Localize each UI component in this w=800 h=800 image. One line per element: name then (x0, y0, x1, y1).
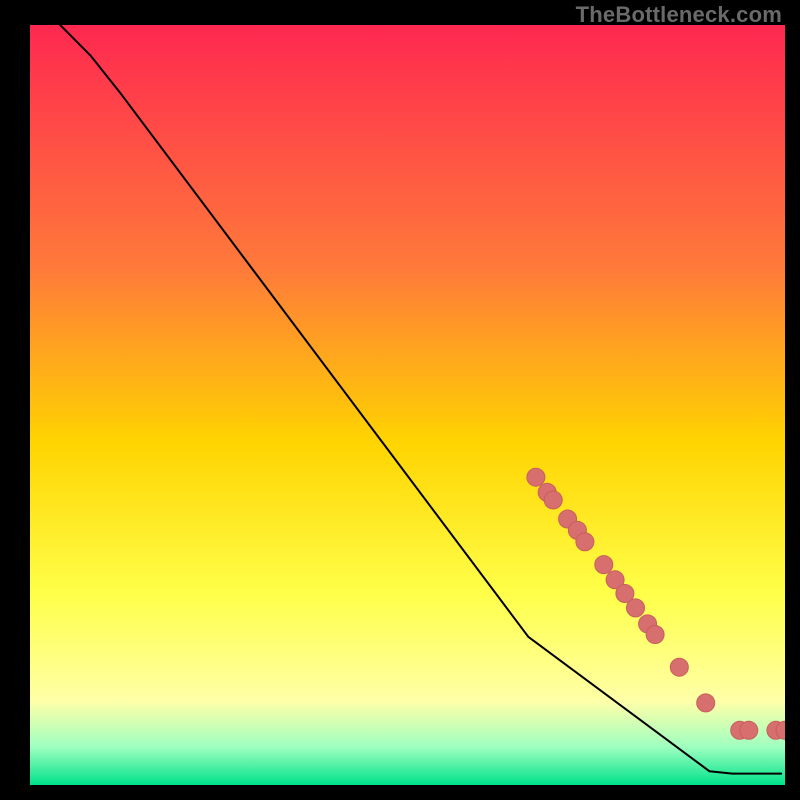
chart-plot-area (30, 25, 785, 785)
watermark-text: TheBottleneck.com (576, 2, 782, 28)
data-point-marker (627, 599, 645, 617)
data-point-marker (697, 694, 715, 712)
data-point-marker (544, 491, 562, 509)
data-point-marker (576, 533, 594, 551)
data-point-marker (595, 556, 613, 574)
data-point-marker (646, 626, 664, 644)
data-point-marker (527, 468, 545, 486)
data-point-marker (670, 658, 688, 676)
chart-background (30, 25, 785, 785)
data-point-marker (740, 721, 758, 739)
